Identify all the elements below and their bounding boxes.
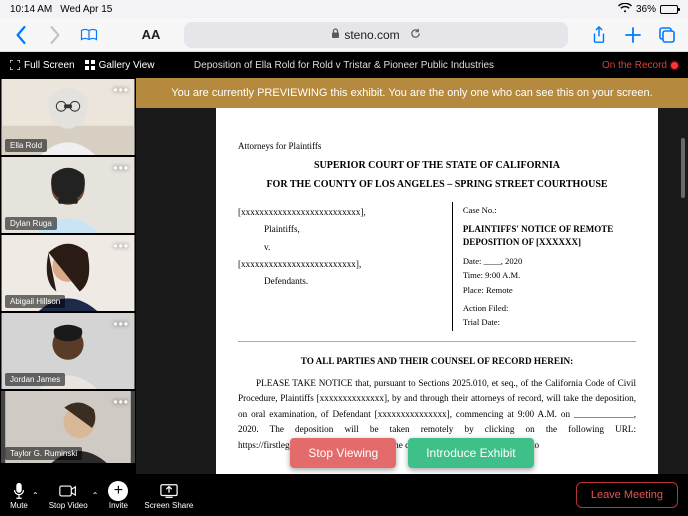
participant-more-icon[interactable]: ••• xyxy=(113,317,129,331)
status-time: 10:14 AM xyxy=(10,4,52,15)
participant-more-icon[interactable]: ••• xyxy=(113,239,129,253)
introduce-exhibit-button[interactable]: Introduce Exhibit xyxy=(408,438,533,468)
invite-button[interactable]: + Invite xyxy=(108,481,128,510)
recording-indicator: On the Record xyxy=(602,60,678,71)
participant-name: Jordan James xyxy=(5,373,65,386)
caption-trial-date: Trial Date: xyxy=(463,316,636,328)
status-date: Wed Apr 15 xyxy=(60,4,112,15)
gallery-view-label: Gallery View xyxy=(99,60,155,71)
lock-icon xyxy=(331,28,340,42)
mute-button[interactable]: Mute xyxy=(10,481,28,510)
participant-tile[interactable]: ••• Ella Rold xyxy=(0,78,136,156)
participant-name: Abigail Hillson xyxy=(5,295,65,308)
participant-more-icon[interactable]: ••• xyxy=(113,83,129,97)
participant-name: Taylor G. Ruminski xyxy=(5,447,82,460)
doc-attorneys-line: Attorneys for Plaintiffs xyxy=(238,140,636,153)
doc-court-line1: SUPERIOR COURT OF THE STATE OF CALIFORNI… xyxy=(238,159,636,174)
doc-body-heading: TO ALL PARTIES AND THEIR COUNSEL OF RECO… xyxy=(238,354,636,370)
fullscreen-button[interactable]: Full Screen xyxy=(10,60,75,71)
caption-place: Place: Remote xyxy=(463,284,636,296)
screen-share-label: Screen Share xyxy=(144,501,193,510)
mute-caret-icon[interactable]: ⌃ xyxy=(32,491,39,500)
stop-video-label: Stop Video xyxy=(49,501,88,510)
caption-date: Date: ____, 2020 xyxy=(463,255,636,267)
participant-more-icon[interactable]: ••• xyxy=(113,161,129,175)
battery-icon xyxy=(660,5,678,14)
browser-toolbar: AA steno.com xyxy=(0,18,688,52)
ipad-status-bar: 10:14 AM Wed Apr 15 36% xyxy=(0,0,688,18)
leave-meeting-button[interactable]: Leave Meeting xyxy=(576,482,678,508)
gallery-view-button[interactable]: Gallery View xyxy=(85,60,155,71)
caption-v: v. xyxy=(264,241,446,254)
bookmarks-button[interactable] xyxy=(76,22,102,48)
doc-court-line2: FOR THE COUNTY OF LOS ANGELES – SPRING S… xyxy=(238,178,636,193)
caption-plaintiffs-label: Plaintiffs, xyxy=(264,223,446,236)
video-caret-icon[interactable]: ⌃ xyxy=(92,491,99,500)
recording-label: On the Record xyxy=(602,60,667,71)
tabs-button[interactable] xyxy=(654,22,680,48)
caption-left: [xxxxxxxxxxxxxxxxxxxxxxxxxx], Plaintiffs… xyxy=(238,202,453,331)
record-dot-icon xyxy=(671,62,678,69)
forward-button[interactable] xyxy=(42,22,68,48)
invite-label: Invite xyxy=(109,501,128,510)
caption-plaintiff-name: [xxxxxxxxxxxxxxxxxxxxxxxxxx], xyxy=(238,206,446,219)
participant-name: Ella Rold xyxy=(5,139,47,152)
participant-tile[interactable]: ••• Abigail Hillson xyxy=(0,234,136,312)
meeting-footer: Mute ⌃ Stop Video ⌃ + Invite Screen Shar… xyxy=(0,474,688,516)
caption-case-no: Case No.: xyxy=(463,204,636,216)
screen-share-button[interactable]: Screen Share xyxy=(144,481,193,510)
caption-time: Time: 9:00 A.M. xyxy=(463,269,636,281)
participant-list: ••• Ella Rold ••• Dylan Ruga ••• Abigail… xyxy=(0,78,136,474)
stop-video-button[interactable]: Stop Video xyxy=(49,481,88,510)
url-host: steno.com xyxy=(344,28,399,42)
exhibit-viewer: You are currently PREVIEWING this exhibi… xyxy=(136,78,688,474)
participant-more-icon[interactable]: ••• xyxy=(113,395,129,409)
document-page[interactable]: Attorneys for Plaintiffs SUPERIOR COURT … xyxy=(216,88,658,474)
share-button[interactable] xyxy=(586,22,612,48)
scrollbar[interactable] xyxy=(681,138,685,198)
text-size-button[interactable]: AA xyxy=(136,27,166,42)
fullscreen-label: Full Screen xyxy=(24,60,75,71)
reload-icon[interactable] xyxy=(410,28,421,42)
new-tab-button[interactable] xyxy=(620,22,646,48)
participant-name: Dylan Ruga xyxy=(5,217,57,230)
mute-label: Mute xyxy=(10,501,28,510)
url-field[interactable]: steno.com xyxy=(184,22,568,48)
battery-percent: 36% xyxy=(636,4,656,15)
participant-tile[interactable]: ••• Dylan Ruga xyxy=(0,156,136,234)
participant-tile[interactable]: ••• Jordan James xyxy=(0,312,136,390)
wifi-icon xyxy=(618,3,632,16)
caption-right: Case No.: PLAINTIFFS' NOTICE OF REMOTE D… xyxy=(453,202,636,331)
stop-viewing-button[interactable]: Stop Viewing xyxy=(290,438,396,468)
plus-icon: + xyxy=(108,481,128,501)
participant-tile[interactable]: ••• Taylor G. Ruminski xyxy=(0,390,136,464)
caption-doc-title: PLAINTIFFS' NOTICE OF REMOTE DEPOSITION … xyxy=(463,223,636,249)
back-button[interactable] xyxy=(8,22,34,48)
caption-defendant-name: [xxxxxxxxxxxxxxxxxxxxxxxxx], xyxy=(238,258,446,271)
caption-action-filed: Action Filed: xyxy=(463,302,636,314)
caption-defendants-label: Defendants. xyxy=(264,275,446,288)
app-top-bar: Full Screen Gallery View Deposition of E… xyxy=(0,52,688,78)
preview-banner: You are currently PREVIEWING this exhibi… xyxy=(136,78,688,108)
